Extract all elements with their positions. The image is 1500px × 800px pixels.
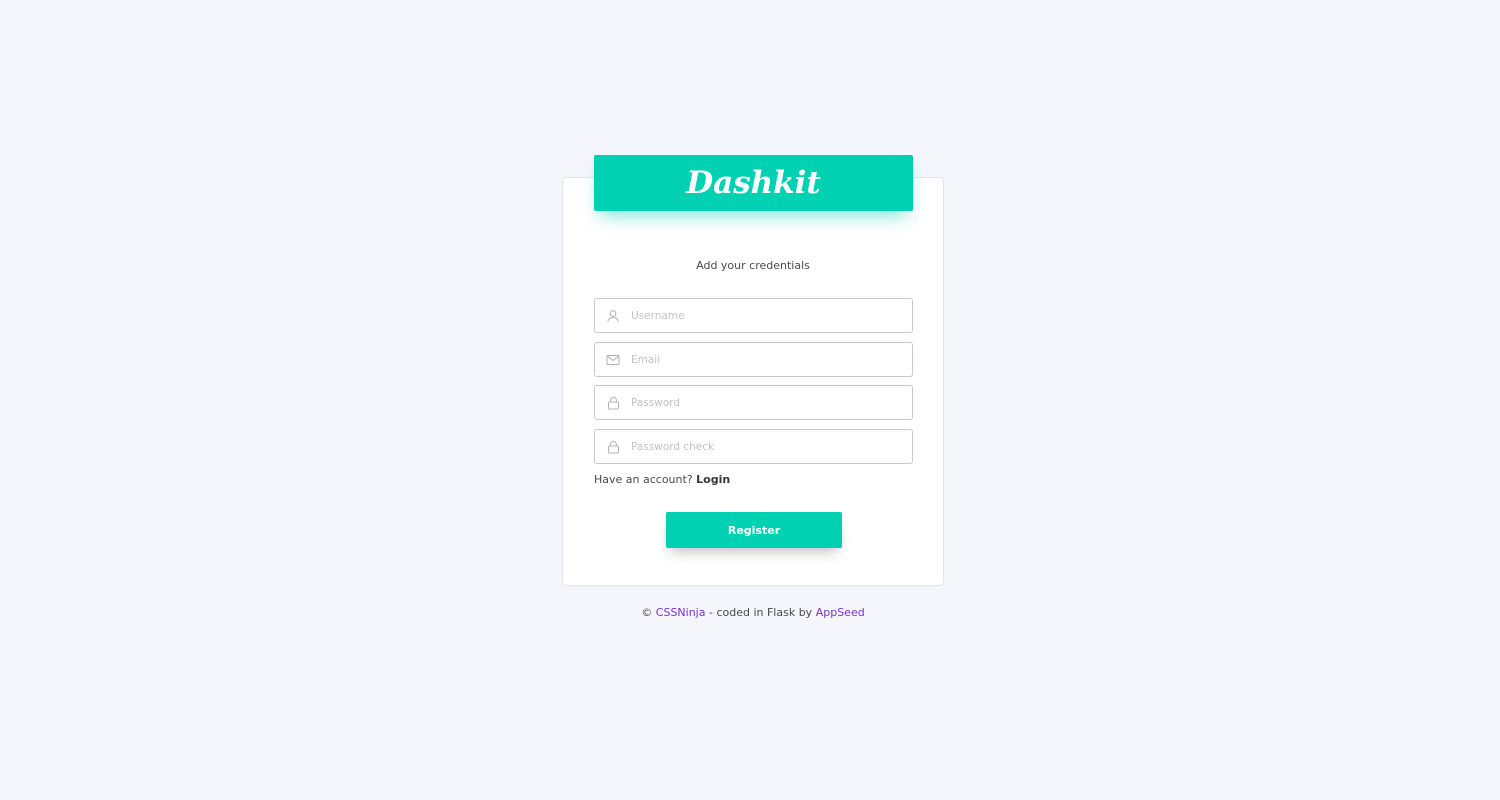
lock-icon: [595, 430, 631, 463]
register-button[interactable]: Register: [666, 512, 842, 548]
password-check-field[interactable]: [594, 429, 913, 464]
cssninja-link[interactable]: CSSNinja: [656, 606, 706, 619]
brand-banner: Dashkit: [594, 155, 913, 211]
user-icon: [595, 299, 631, 332]
password-field[interactable]: [594, 385, 913, 420]
copyright-symbol: ©: [641, 606, 653, 619]
brand-logo-text: Dashkit: [686, 165, 821, 201]
login-link[interactable]: Login: [696, 473, 730, 486]
footer: © CSSNinja - coded in Flask by AppSeed: [562, 606, 944, 619]
account-prompt-line: Have an account? Login: [594, 473, 730, 486]
username-input[interactable]: [631, 300, 912, 331]
footer-middle-text: - coded in Flask by: [708, 606, 813, 619]
account-prompt-text: Have an account?: [594, 473, 693, 486]
password-input[interactable]: [631, 387, 912, 418]
password-check-input[interactable]: [631, 431, 912, 462]
lock-icon: [595, 386, 631, 419]
username-field[interactable]: [594, 298, 913, 333]
appseed-link[interactable]: AppSeed: [816, 606, 865, 619]
email-input[interactable]: [631, 344, 912, 375]
email-field[interactable]: [594, 342, 913, 377]
envelope-icon: [595, 343, 631, 376]
form-subtitle: Add your credentials: [696, 259, 810, 272]
